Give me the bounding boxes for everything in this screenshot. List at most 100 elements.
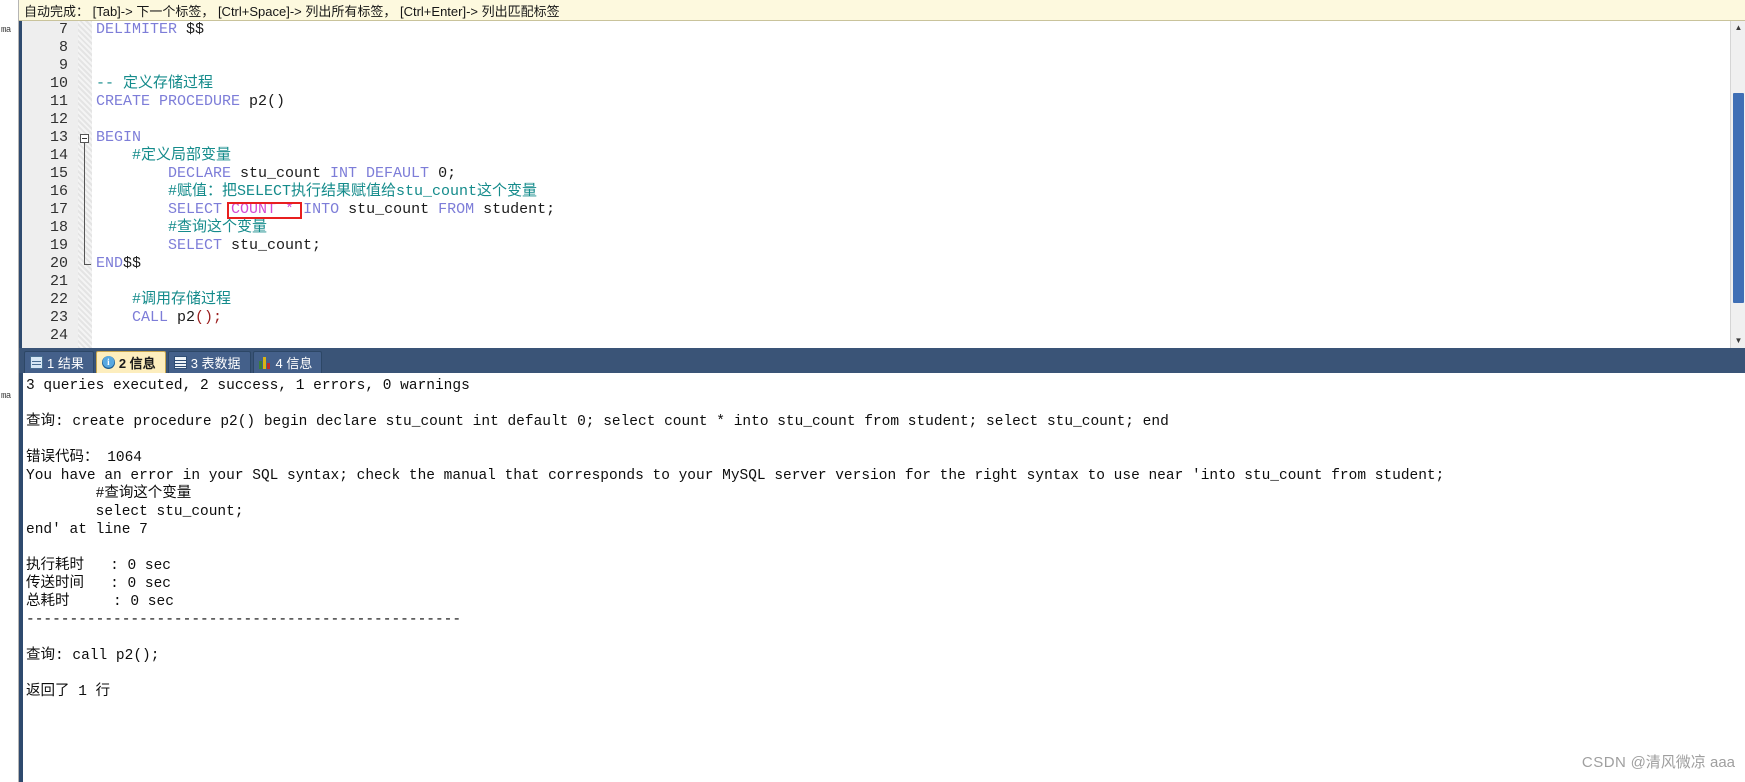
code-line: 12 xyxy=(18,111,1745,129)
scroll-down-icon[interactable]: ▼ xyxy=(1731,334,1745,348)
autocomplete-hint-bar: 自动完成： [Tab]-> 下一个标签， [Ctrl+Space]-> 列出所有… xyxy=(18,0,1745,21)
code-token: SELECT xyxy=(96,201,232,218)
line-number: 7 xyxy=(58,21,68,38)
code-text: #赋值：把SELECT执行结果赋值给stu_count这个变量 xyxy=(96,183,537,201)
code-text: DELIMITER $$ xyxy=(96,21,204,39)
line-number: 9 xyxy=(58,57,68,74)
result-tab-1[interactable]: 1 结果 xyxy=(24,351,94,373)
message-line: select stu_count; xyxy=(26,504,244,520)
message-line: 错误代码： 1064 xyxy=(26,450,143,466)
code-text: BEGIN xyxy=(96,129,141,147)
code-token: #查询这个变量 xyxy=(96,219,268,236)
code-token: DELIMITER xyxy=(96,21,187,38)
line-number: 12 xyxy=(49,111,68,128)
editor-scrollbar[interactable]: ▲ ▼ xyxy=(1730,21,1745,348)
watermark-author: @清风微凉 aaa xyxy=(1630,754,1735,771)
code-line: 24 xyxy=(18,327,1745,345)
code-line: 21 xyxy=(18,273,1745,291)
code-line: 20 END$$ xyxy=(18,255,1745,273)
line-number: 24 xyxy=(49,327,68,344)
result-tab-2[interactable]: i2 信息 xyxy=(95,351,166,373)
message-line: 传送时间 : 0 sec xyxy=(26,576,172,592)
result-tab-label: 2 信息 xyxy=(118,356,156,371)
line-number: 11 xyxy=(49,93,68,110)
message-line: 执行耗时 : 0 sec xyxy=(26,558,172,574)
line-number: 22 xyxy=(49,291,68,308)
code-token: COUNT * xyxy=(231,201,295,218)
line-number: 16 xyxy=(49,183,68,200)
code-line: 17 SELECT COUNT * INTO stu_count FROM st… xyxy=(18,201,1745,219)
code-line: 13 BEGIN xyxy=(18,129,1745,147)
result-tab-bar[interactable]: 1 结果 i 2 信息 3 表数据 4 信息 xyxy=(18,348,1745,373)
message-panel[interactable]: 3 queries executed, 2 success, 1 errors,… xyxy=(18,373,1745,782)
line-number: 18 xyxy=(49,219,68,236)
rail-label-top: ma xyxy=(1,25,11,35)
result-tab-4[interactable]: 4 信息 xyxy=(252,351,323,373)
editor-scrollbar-thumb[interactable] xyxy=(1733,93,1744,303)
code-line: 14 #定义局部变量 xyxy=(18,147,1745,165)
result-tab-label: 1 结果 xyxy=(47,356,84,371)
code-line: 22 #调用存储过程 xyxy=(18,291,1745,309)
code-line: 15 DECLARE stu_count INT DEFAULT 0; xyxy=(18,165,1745,183)
scroll-up-icon[interactable]: ▲ xyxy=(1731,21,1745,35)
chart-icon xyxy=(258,356,272,369)
info-icon: i xyxy=(101,356,115,369)
message-line: 查询: create procedure p2() begin declare … xyxy=(26,414,1169,430)
code-token: #赋值：把SELECT执行结果赋值给stu_count这个变量 xyxy=(96,183,538,200)
message-line: #查询这个变量 xyxy=(26,486,192,502)
code-line: 9 xyxy=(18,57,1745,75)
grid-icon xyxy=(30,356,43,369)
line-number: 23 xyxy=(49,309,68,326)
code-token: student; xyxy=(483,201,556,218)
fold-guide-line xyxy=(84,143,85,264)
message-line: end' at line 7 xyxy=(26,522,148,538)
code-text: END$$ xyxy=(96,255,141,273)
code-text: CALL p2(); xyxy=(96,309,222,327)
result-tab-label: 4 信息 xyxy=(275,356,313,371)
sql-editor[interactable]: 7 DELIMITER $$ 8 9 10 -- 定义存储过程 11 CREATE PROCE… xyxy=(18,21,1745,348)
code-line: 11 CREATE PROCEDURE p2() xyxy=(18,93,1745,111)
code-token: stu_count xyxy=(240,165,331,182)
watermark-brand: CSDN xyxy=(1581,754,1627,771)
code-text: CREATE PROCEDURE p2() xyxy=(96,93,285,111)
line-number: 20 xyxy=(49,255,68,272)
message-line: 查询: call p2(); xyxy=(26,648,160,664)
code-content[interactable]: 7 DELIMITER $$ 8 9 10 -- 定义存储过程 11 CREATE PROCE… xyxy=(18,21,1745,345)
code-text: SELECT COUNT * INTO stu_count FROM stude… xyxy=(96,201,555,219)
code-token: END xyxy=(96,255,124,272)
code-token: 0; xyxy=(438,165,457,182)
code-line: 23 CALL p2(); xyxy=(18,309,1745,327)
code-token: stu_count xyxy=(348,201,439,218)
message-line: 总耗时 : 0 sec xyxy=(26,594,174,610)
code-text: DECLARE stu_count INT DEFAULT 0; xyxy=(96,165,456,183)
code-token: CREATE PROCEDURE xyxy=(96,93,250,110)
code-text: #调用存储过程 xyxy=(96,291,231,309)
code-text: #查询这个变量 xyxy=(96,219,267,237)
message-line: ----------------------------------------… xyxy=(26,612,462,628)
code-token: $$ xyxy=(123,255,142,272)
line-number: 8 xyxy=(58,39,68,56)
line-number: 17 xyxy=(49,201,68,218)
fold-guide-foot xyxy=(84,264,91,265)
code-text: -- 定义存储过程 xyxy=(96,75,213,93)
line-number: 14 xyxy=(49,147,68,164)
code-line: 19 SELECT stu_count; xyxy=(18,237,1745,255)
code-token: INT DEFAULT xyxy=(330,165,439,182)
code-line: 10 -- 定义存储过程 xyxy=(18,75,1745,93)
code-token: DECLARE xyxy=(96,165,241,182)
code-token: FROM xyxy=(438,201,484,218)
code-token: CALL xyxy=(96,309,178,326)
code-token: #定义局部变量 xyxy=(96,147,232,164)
code-line: 16 #赋值：把SELECT执行结果赋值给stu_count这个变量 xyxy=(18,183,1745,201)
code-token: p2 xyxy=(249,93,268,110)
autocomplete-hint-text: 自动完成： [Tab]-> 下一个标签， [Ctrl+Space]-> 列出所有… xyxy=(24,3,560,19)
code-token: INTO xyxy=(303,201,349,218)
code-token: () xyxy=(267,93,286,110)
left-edge-rail: ma ma xyxy=(0,0,19,782)
result-tab-3[interactable]: 3 表数据 xyxy=(167,351,251,373)
fold-collapse-icon[interactable] xyxy=(80,134,89,143)
